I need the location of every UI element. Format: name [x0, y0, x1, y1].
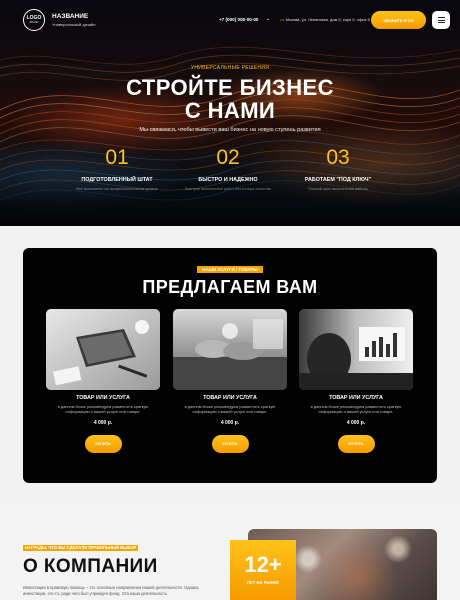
card-title: ТОВАР ИЛИ УСЛУГА	[76, 395, 130, 401]
hero-title: СТРОЙТЕ БИЗНЕС С НАМИ	[0, 76, 460, 122]
feature-number: 03	[326, 146, 350, 169]
hero-subtitle: Мы свяжемся, чтобы вывести ваш бизнес на…	[139, 127, 321, 133]
stat-label: ЛЕТ НА РЫНКЕ	[247, 580, 279, 585]
address-text: г. Москва, ул. Ленинская, дом 0, корп 0,…	[282, 17, 370, 22]
logo-subtext: BRAND	[29, 21, 39, 24]
callback-button[interactable]: ЗВОНИТЕ Я ОН	[371, 11, 426, 29]
card-title: ТОВАР ИЛИ УСЛУГА	[203, 395, 257, 401]
logo[interactable]: LOGO BRAND	[23, 9, 45, 31]
feature-desc: Все выполнено на профессиональном уровне	[76, 187, 158, 191]
feature-number: 02	[216, 146, 240, 169]
buy-button[interactable]: КУПИТЬ	[84, 435, 122, 453]
services-title: ПРЕДЛАГАЕМ ВАМ	[142, 277, 318, 297]
feature-title: РАБОТАЕМ "ПОД КЛЮЧ"	[304, 177, 372, 183]
feature-1: 01 ПОДГОТОВЛЕННЫЙ ШТАТ Все выполнено на …	[57, 145, 177, 192]
service-card-2: ТОВАР ИЛИ УСЛУГА в данном блоке рекоменд…	[173, 309, 287, 453]
feature-3: 03 РАБОТАЕМ "ПОД КЛЮЧ" Полный цикл выпол…	[278, 145, 398, 192]
service-card-1: ТОВАР ИЛИ УСЛУГА в данном блоке рекоменд…	[46, 309, 160, 453]
hero-title-line1: СТРОЙТЕ БИЗНЕС	[126, 75, 334, 100]
laptop-desk-image	[46, 309, 160, 390]
about-text: Инвестиции в правовую помощь – это основ…	[23, 585, 200, 596]
card-price: 4 000 р.	[220, 420, 240, 426]
stat-number: 12+	[244, 552, 282, 577]
card-price: 4 000 р.	[93, 420, 113, 426]
buy-button[interactable]: КУПИТЬ	[211, 435, 249, 453]
hero-title-line2: С НАМИ	[184, 98, 276, 123]
feature-title: ПОДГОТОВЛЕННЫЙ ШТАТ	[81, 177, 153, 183]
buy-button[interactable]: КУПИТЬ	[337, 435, 375, 453]
menu-icon[interactable]	[432, 11, 450, 29]
feature-number: 01	[105, 146, 129, 169]
about-tag: НАГРАДЫ, ЧТО ВЫ СДЕЛАЛИ ПРАВИЛЬНЫЙ ВЫБОР	[23, 545, 139, 551]
business-charts-image	[299, 309, 413, 390]
card-title: ТОВАР ИЛИ УСЛУГА	[329, 395, 383, 401]
services-tag: НАШИ УСЛУГИ / ТОВАРЫ	[197, 266, 263, 273]
feature-2: 02 БЫСТРО И НАДЕЖНО Быстрое выполнение р…	[168, 145, 288, 192]
hero-eyebrow: УНИВЕРСАЛЬНЫЕ РЕШЕНИЯ	[190, 65, 270, 71]
card-desc: в данном блоке рекомендуем разместить кр…	[57, 404, 149, 414]
feature-desc: Полный цикл выполнения работы	[308, 187, 368, 191]
brand-name: НАЗВАНИЕ	[52, 13, 89, 20]
feature-desc: Быстрое выполнение работ без потери каче…	[185, 187, 271, 191]
brand-subtitle: Универсальный дизайн	[52, 22, 96, 27]
card-desc: в данном блоке рекомендуем разместить кр…	[184, 404, 276, 414]
phone-number[interactable]: +7 (000) 000-00-00	[219, 17, 258, 22]
card-desc: в данном блоке рекомендуем разместить кр…	[310, 404, 402, 414]
location-pin-icon: •	[280, 17, 282, 22]
chevron-down-icon[interactable]: ⌄	[266, 16, 270, 22]
address: • г. Москва, ул. Ленинская, дом 0, корп …	[280, 17, 370, 22]
feature-title: БЫСТРО И НАДЕЖНО	[198, 177, 258, 183]
about-title: О КОМПАНИИ	[23, 556, 158, 577]
card-price: 4 000 р.	[346, 420, 366, 426]
service-card-3: ТОВАР ИЛИ УСЛУГА в данном блоке рекоменд…	[299, 309, 413, 453]
handshake-image	[173, 309, 287, 390]
